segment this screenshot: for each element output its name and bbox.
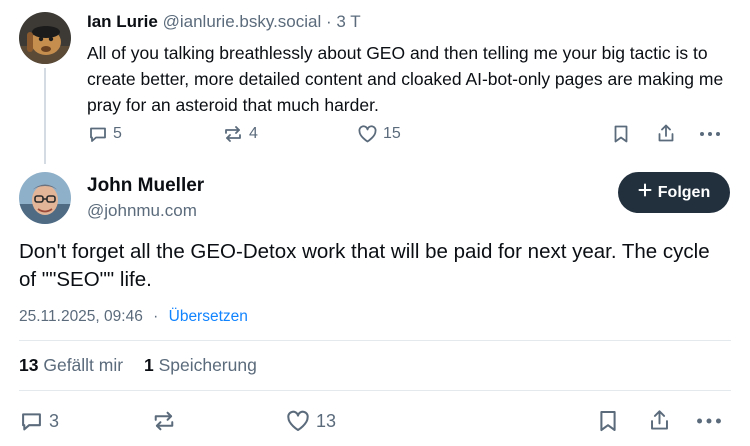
like-icon <box>357 124 378 144</box>
plus-icon <box>638 183 652 202</box>
parent-separator: · <box>326 12 332 31</box>
parent-post-text: All of you talking breathlessly about GE… <box>87 43 724 115</box>
more-icon <box>696 409 722 433</box>
saves-stat-label: Speicherung <box>158 355 257 375</box>
saves-stat[interactable]: 1 Speicherung <box>144 355 257 375</box>
follow-label: Folgen <box>657 183 711 201</box>
bookmark-icon <box>612 124 630 144</box>
follow-button[interactable]: Folgen <box>618 172 730 213</box>
divider-bottom <box>19 390 731 391</box>
likes-stat-label: Gefällt mir <box>43 355 124 375</box>
likes-stat[interactable]: 13 Gefällt mir <box>19 355 123 375</box>
divider-top <box>19 340 731 341</box>
parent-author-name[interactable]: Ian Lurie <box>87 12 158 31</box>
post-meta: 25.11.2025, 09:46 · Übersetzen <box>19 308 248 326</box>
parent-header: Ian Lurie @ianlurie.bsky.social · 3 T <box>87 12 361 32</box>
meta-separator: · <box>153 308 159 325</box>
reply-icon <box>19 409 44 433</box>
post-author-handle[interactable]: @johnmu.com <box>87 201 197 221</box>
post-like-button[interactable]: 13 <box>285 409 336 433</box>
parent-repost-count: 4 <box>249 125 258 142</box>
saves-stat-count: 1 <box>143 355 154 375</box>
post-author-name[interactable]: John Mueller <box>87 175 204 197</box>
parent-share-button[interactable] <box>656 123 676 144</box>
post-more-button[interactable] <box>696 409 722 433</box>
repost-icon <box>151 409 177 433</box>
post-text: Don't forget all the GEO-Detox work that… <box>19 240 710 291</box>
parent-time[interactable]: 3 T <box>336 12 360 31</box>
post-like-count: 13 <box>316 410 337 431</box>
parent-more-button[interactable] <box>699 124 721 144</box>
post-avatar[interactable] <box>19 172 71 224</box>
thread-line <box>44 68 46 164</box>
post-stats: 13 Gefällt mir 1 Speicherung <box>19 355 257 376</box>
reply-icon <box>88 124 108 144</box>
post-reply-count: 3 <box>49 410 60 431</box>
parent-like-button[interactable]: 15 <box>357 124 401 144</box>
like-icon <box>285 409 311 433</box>
post-share-button[interactable] <box>648 408 671 433</box>
post-reply-button[interactable]: 3 <box>19 409 59 433</box>
parent-repost-button[interactable]: 4 <box>222 124 258 144</box>
parent-reply-count: 5 <box>113 125 122 142</box>
parent-like-count: 15 <box>383 125 401 142</box>
repost-icon <box>222 124 244 144</box>
bookmark-icon <box>597 409 619 433</box>
translate-link[interactable]: Übersetzen <box>169 308 248 325</box>
more-icon <box>699 124 721 144</box>
share-icon <box>656 123 676 144</box>
parent-reply-button[interactable]: 5 <box>88 124 122 144</box>
post-repost-button[interactable] <box>151 409 177 433</box>
post-timestamp: 25.11.2025, 09:46 <box>19 308 143 325</box>
post-bookmark-button[interactable] <box>597 409 619 433</box>
parent-avatar[interactable] <box>19 12 71 64</box>
parent-bookmark-button[interactable] <box>612 124 630 144</box>
parent-author-handle[interactable]: @ianlurie.bsky.social <box>163 12 322 31</box>
likes-stat-count: 13 <box>19 355 39 375</box>
share-icon <box>648 408 671 433</box>
